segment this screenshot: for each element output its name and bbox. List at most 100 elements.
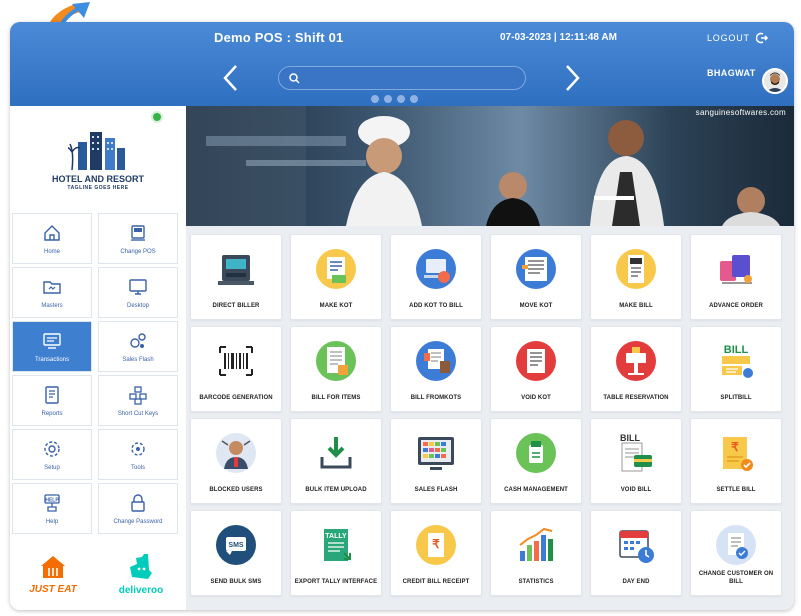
chevron-right-icon[interactable] — [565, 64, 581, 93]
tile-table-reservation[interactable]: TABLE RESERVATION — [590, 326, 682, 412]
tile-label: EXPORT TALLY INTERFACE — [294, 579, 378, 585]
sidebar-item-masters[interactable]: Masters — [12, 267, 92, 318]
tile-add-kot-to-bill[interactable]: ADD KOT TO BILL — [390, 234, 482, 320]
tile-make-bill[interactable]: MAKE BILL — [590, 234, 682, 320]
tile-barcode-generation[interactable]: BARCODE GENERATION — [190, 326, 282, 412]
chevron-left-icon[interactable] — [222, 64, 238, 93]
void-bill-icon: BILL — [614, 431, 658, 475]
deliveroo-label: deliveroo — [118, 584, 164, 596]
sidebar-item-setup[interactable]: Setup — [12, 429, 92, 480]
barcode-icon — [214, 339, 258, 383]
sidebar-item-transactions[interactable]: Transactions — [12, 321, 92, 372]
carousel-dot[interactable] — [371, 95, 379, 103]
tile-label: BULK ITEM UPLOAD — [305, 487, 367, 493]
masters-folder-icon — [42, 277, 62, 297]
just-eat-button[interactable]: JUST EAT — [10, 538, 96, 610]
svg-text:TALLY: TALLY — [325, 533, 347, 540]
bulk-upload-icon — [314, 431, 358, 475]
tile-settle-bill[interactable]: ₹ SETTLE BILL — [690, 418, 782, 504]
tile-advance-order[interactable]: ADVANCE ORDER — [690, 234, 782, 320]
user-avatar[interactable] — [762, 68, 788, 94]
blocked-users-icon — [214, 431, 258, 475]
cash-management-icon — [514, 431, 558, 475]
bill-for-items-icon — [314, 339, 358, 383]
shortcut-keys-icon — [128, 385, 148, 405]
logout-button[interactable]: LOGOUT — [707, 32, 768, 44]
settle-bill-icon: ₹ — [714, 431, 758, 475]
chefs-photo — [186, 106, 780, 226]
tile-direct-biller[interactable]: DIRECT BILLER — [190, 234, 282, 320]
tile-bulk-item-upload[interactable]: BULK ITEM UPLOAD — [290, 418, 382, 504]
tile-label: DAY END — [622, 579, 650, 585]
tile-export-tally-interface[interactable]: TALLY EXPORT TALLY INTERFACE — [290, 510, 382, 596]
tile-label: MAKE KOT — [319, 303, 353, 309]
sales-flash-monitor-icon — [414, 431, 458, 475]
svg-text:SMS: SMS — [228, 542, 244, 549]
sidebar-item-label: Sales Flash — [122, 356, 154, 363]
tile-void-kot[interactable]: VOID KOT — [490, 326, 582, 412]
tile-label: VOID BILL — [620, 487, 652, 493]
day-end-calendar-icon — [614, 523, 658, 567]
search-input[interactable] — [306, 72, 506, 84]
carousel-dot[interactable] — [384, 95, 392, 103]
sidebar-item-reports[interactable]: Reports — [12, 375, 92, 426]
tile-bill-fromkots[interactable]: BILL FROMKOTS — [390, 326, 482, 412]
just-eat-logo — [41, 555, 65, 578]
direct-biller-icon — [214, 247, 258, 291]
make-kot-icon — [314, 247, 358, 291]
sidebar-item-help[interactable]: HELP Help — [12, 483, 92, 534]
sidebar-item-label: Reports — [41, 410, 63, 417]
tile-make-kot[interactable]: MAKE KOT — [290, 234, 382, 320]
sidebar-item-change-pos[interactable]: Change POS — [98, 213, 178, 264]
make-bill-icon — [614, 247, 658, 291]
sidebar-item-sales-flash[interactable]: Sales Flash — [98, 321, 178, 372]
tile-sales-flash[interactable]: SALES FLASH — [390, 418, 482, 504]
sidebar-item-home[interactable]: Home — [12, 213, 92, 264]
sidebar-item-short-cut-keys[interactable]: Short Cut Keys — [98, 375, 178, 426]
sidebar: HOTEL AND RESORT TAGLINE GOES HERE Home C… — [10, 106, 186, 610]
pos-app: Demo POS : Shift 01 07-03-2023 | 12:11:4… — [0, 0, 801, 616]
sales-flash-icon — [128, 331, 148, 351]
carousel-dots — [371, 95, 418, 103]
tile-splitbill[interactable]: BILL SPLITBILL — [690, 326, 782, 412]
search-icon — [289, 72, 300, 84]
tile-label: BILL FROMKOTS — [410, 395, 462, 401]
app-window: Demo POS : Shift 01 07-03-2023 | 12:11:4… — [10, 22, 794, 610]
sidebar-item-desktop[interactable]: Desktop — [98, 267, 178, 318]
tile-label: VOID KOT — [521, 395, 551, 401]
carousel-dot[interactable] — [397, 95, 405, 103]
tile-change-customer-on-bill[interactable]: CHANGE CUSTOMER ON BILL — [690, 510, 782, 596]
svg-text:₹: ₹ — [731, 440, 739, 454]
lock-icon — [128, 493, 148, 513]
search-bar[interactable] — [278, 66, 526, 90]
tile-cash-management[interactable]: CASH MANAGEMENT — [490, 418, 582, 504]
tile-statistics[interactable]: STATISTICS — [490, 510, 582, 596]
sidebar-item-label: Home — [43, 248, 60, 255]
transaction-tiles-grid: DIRECT BILLER MAKE KOT ADD KOT TO BILL MOVE… — [190, 234, 790, 606]
tile-label: SALES FLASH — [414, 487, 458, 493]
split-bill-icon: BILL — [714, 339, 758, 383]
hotel-logo: HOTEL AND RESORT TAGLINE GOES HERE — [10, 106, 186, 210]
just-eat-label: JUST EAT — [29, 583, 77, 595]
sidebar-item-change-password[interactable]: Change Password — [98, 483, 178, 534]
date-time: 07-03-2023 | 12:11:48 AM — [500, 32, 617, 43]
bulk-sms-icon: SMS — [214, 523, 258, 567]
tile-blocked-users[interactable]: BLOCKED USERS — [190, 418, 282, 504]
sidebar-item-label: Transactions — [34, 356, 70, 363]
svg-text:BILL: BILL — [724, 344, 749, 356]
tile-send-bulk-sms[interactable]: SMS SEND BULK SMS — [190, 510, 282, 596]
tile-day-end[interactable]: DAY END — [590, 510, 682, 596]
website-watermark: sanguinesoftwares.com — [695, 108, 786, 117]
tile-void-bill[interactable]: BILL VOID BILL — [590, 418, 682, 504]
user-name: BHAGWAT — [707, 68, 756, 78]
tile-credit-bill-receipt[interactable]: ₹ CREDIT BILL RECEIPT — [390, 510, 482, 596]
advance-order-icon — [714, 247, 758, 291]
sidebar-item-label: Masters — [41, 302, 63, 309]
carousel-dot[interactable] — [410, 95, 418, 103]
sidebar-item-tools[interactable]: Tools — [98, 429, 178, 480]
tile-bill-for-items[interactable]: BILL FOR ITEMS — [290, 326, 382, 412]
deliveroo-button[interactable]: deliveroo — [98, 538, 184, 610]
tile-move-kot[interactable]: MOVE KOT — [490, 234, 582, 320]
transactions-icon — [42, 331, 62, 351]
tile-label: BILL FOR ITEMS — [311, 395, 361, 401]
